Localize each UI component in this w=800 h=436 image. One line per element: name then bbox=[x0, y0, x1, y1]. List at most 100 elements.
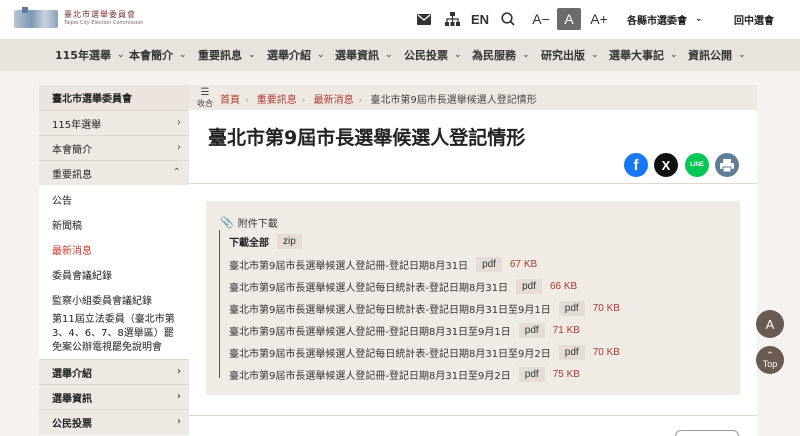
attachment-name: 臺北市第9屆市長選舉候選人登記每日統計表-登記日期8月31日至9月1日 bbox=[229, 305, 551, 316]
nav-item-2026-election[interactable]: 115年選舉 ⌄ bbox=[55, 39, 125, 71]
floating-font-button[interactable]: A bbox=[756, 310, 784, 338]
attachment-download-button[interactable]: pdf bbox=[558, 345, 585, 360]
nav-item-open-info[interactable]: 資訊公開 ⌄ bbox=[688, 39, 746, 71]
title-divider bbox=[189, 183, 757, 184]
chevron-down-icon: ⌄ bbox=[248, 50, 256, 60]
attachment-row: 臺北市第9屆市長選舉候選人登記每日統計表-登記日期8月31日至9月1日 pdf … bbox=[229, 301, 620, 316]
sidebar: 臺北市選舉委員會 115年選舉 › 本會簡介 › 重要訊息 ⌃ 公告 新聞稿 最… bbox=[39, 85, 189, 436]
attachment-row: 臺北市第9屆市長選舉候選人登記每日統計表-登記日期8月31日 pdf 66 KB bbox=[229, 279, 577, 294]
breadcrumb-current: 臺北市第9屆市長選舉候選人登記情形 bbox=[370, 95, 537, 106]
breadcrumb-separator: › bbox=[358, 96, 363, 106]
main-navigation: 115年選舉 ⌄ 本會簡介 ⌄ 重要訊息 ⌄ 選舉介紹 ⌄ 選舉資訊 ⌄ 公民投票 ⌄ 為民… bbox=[0, 39, 800, 71]
chevron-up-icon: ⌃ bbox=[172, 167, 181, 178]
logo-building-icon bbox=[14, 7, 58, 28]
attachment-download-button[interactable]: pdf bbox=[558, 301, 585, 316]
breadcrumb-home[interactable]: 首頁 bbox=[220, 95, 240, 106]
chevron-down-icon: ⌄ bbox=[522, 50, 530, 60]
back-to-top-button[interactable]: ⌃ Top bbox=[756, 346, 784, 374]
attachment-name: 臺北市第9屆市長選舉候選人登記冊-登記日期8月31日至9月2日 bbox=[229, 371, 511, 382]
search-icon[interactable] bbox=[498, 8, 518, 30]
printer-icon bbox=[720, 158, 734, 172]
sidebar-item-about[interactable]: 本會簡介 › bbox=[39, 135, 189, 160]
logo-text: 臺北市選舉委員會 bbox=[64, 10, 136, 19]
chevron-right-icon: › bbox=[176, 416, 181, 427]
chevron-down-icon: ⌄ bbox=[454, 50, 462, 60]
facebook-icon: f bbox=[633, 156, 639, 174]
attachment-download-button[interactable]: pdf bbox=[518, 323, 545, 338]
attachment-download-button[interactable]: pdf bbox=[518, 367, 545, 382]
nav-item-election-intro[interactable]: 選舉介紹 ⌄ bbox=[267, 39, 325, 71]
attachment-name: 臺北市第9屆市長選舉候選人登記每日統計表-登記日期8月31日 bbox=[229, 283, 509, 294]
nav-item-news[interactable]: 重要訊息 ⌄ bbox=[198, 39, 256, 71]
download-all-zip-button[interactable]: zip bbox=[277, 234, 302, 249]
share-x-button[interactable]: X bbox=[654, 153, 678, 177]
font-size-medium-button[interactable]: A bbox=[557, 8, 581, 30]
print-button[interactable] bbox=[715, 153, 739, 177]
breadcrumb-bar: ☰ 收合 首頁 › 重要訊息 › 最新消息 › 臺北市第9屆市長選舉候選人登記情形 bbox=[189, 85, 757, 110]
chevron-right-icon: › bbox=[177, 142, 181, 153]
attachment-size: 75 KB bbox=[552, 369, 580, 380]
line-icon: LINE bbox=[690, 162, 704, 168]
attachment-row: 臺北市第9屆市長選舉候選人登記每日統計表-登記日期8月31日至9月2日 pdf … bbox=[229, 345, 620, 360]
content-panel: ☰ 收合 首頁 › 重要訊息 › 最新消息 › 臺北市第9屆市長選舉候選人登記情形 臺… bbox=[189, 85, 757, 436]
chevron-right-icon: › bbox=[176, 391, 181, 402]
attachments-panel: 📎 附件下載 下載全部 zip 臺北市第9屆市長選舉候選人登記冊-登記日期8月3… bbox=[206, 201, 740, 395]
breadcrumb: 首頁 › 重要訊息 › 最新消息 › 臺北市第9屆市長選舉候選人登記情形 bbox=[220, 91, 537, 106]
mail-icon[interactable] bbox=[414, 8, 434, 30]
attachment-name: 臺北市第9屆市長選舉候選人登記冊-登記日期8月31日 bbox=[229, 261, 469, 272]
sidebar-subitem-latest-news[interactable]: 最新消息 bbox=[52, 242, 92, 257]
share-line-button[interactable]: LINE bbox=[685, 153, 709, 177]
county-commission-label: 各縣市選委會 bbox=[627, 15, 687, 27]
share-facebook-button[interactable]: f bbox=[624, 153, 648, 177]
chevron-right-icon: › bbox=[177, 117, 181, 128]
sidebar-item-news[interactable]: 重要訊息 ⌃ bbox=[39, 160, 189, 185]
attachment-name: 臺北市第9屆市長選舉候選人登記每日統計表-登記日期8月31日至9月2日 bbox=[229, 349, 551, 360]
sidebar-item-referendum[interactable]: 公民投票 › bbox=[39, 409, 189, 434]
back-to-cec-link[interactable]: 回中選會 bbox=[734, 8, 774, 30]
sidebar-subitem-announcements[interactable]: 公告 bbox=[52, 192, 72, 207]
sidebar-subitem-recall-tv[interactable]: 第11屆立法委員（臺北市第3、4、6、7、8選舉區）罷免案公辦電視罷免說明會 bbox=[52, 313, 182, 355]
logo-subtext: Taipei City Election Commission bbox=[64, 20, 144, 26]
font-size-large-button[interactable]: A+ bbox=[588, 8, 610, 30]
bottom-button[interactable] bbox=[675, 430, 739, 436]
sitemap-icon[interactable] bbox=[442, 8, 462, 30]
menu-collapse-icon: ☰ bbox=[200, 87, 210, 98]
attachment-download-button[interactable]: pdf bbox=[476, 257, 502, 272]
attachment-size: 70 KB bbox=[592, 347, 620, 358]
attachment-download-button[interactable]: pdf bbox=[516, 279, 542, 294]
nav-item-referendum[interactable]: 公民投票 ⌄ bbox=[404, 39, 462, 71]
attachment-size: 70 KB bbox=[592, 303, 620, 314]
paperclip-icon: 📎 bbox=[220, 216, 234, 229]
collapse-sidebar-button[interactable]: ☰ 收合 bbox=[195, 87, 215, 109]
sidebar-item-election-intro[interactable]: 選舉介紹 › bbox=[39, 359, 189, 384]
attachment-size: 71 KB bbox=[552, 325, 580, 336]
county-commission-dropdown[interactable]: 各縣市選委會 ⌄ bbox=[627, 8, 703, 30]
breadcrumb-separator: › bbox=[301, 96, 306, 106]
sidebar-submenu: 公告 新聞稿 最新消息 委員會議紀錄 監察小組委員會議紀錄 第11屆立法委員（臺… bbox=[39, 185, 189, 361]
language-en-button[interactable]: EN bbox=[469, 8, 491, 30]
attachments-heading: 📎 附件下載 bbox=[220, 216, 278, 230]
sidebar-item-election-info[interactable]: 選舉資訊 › bbox=[39, 384, 189, 409]
nav-item-research[interactable]: 研究出版 ⌄ bbox=[541, 39, 599, 71]
chevron-down-icon: ⌄ bbox=[670, 50, 678, 60]
chevron-down-icon: ⌄ bbox=[116, 50, 125, 60]
sidebar-head[interactable]: 臺北市選舉委員會 bbox=[39, 85, 189, 110]
nav-item-about[interactable]: 本會簡介 ⌄ bbox=[129, 39, 187, 71]
sidebar-subitem-meeting-minutes[interactable]: 委員會議紀錄 bbox=[52, 267, 112, 282]
nav-item-public-service[interactable]: 為民服務 ⌄ bbox=[472, 39, 530, 71]
attachment-size: 67 KB bbox=[509, 259, 538, 270]
nav-item-election-info[interactable]: 選舉資訊 ⌄ bbox=[335, 39, 393, 71]
page-title: 臺北市第9屆市長選舉候選人登記情形 bbox=[208, 127, 526, 149]
attachment-row: 臺北市第9屆市長選舉候選人登記冊-登記日期8月31日至9月2日 pdf 75 K… bbox=[229, 367, 580, 382]
collapse-label: 收合 bbox=[197, 99, 213, 108]
site-logo[interactable]: 臺北市選舉委員會 Taipei City Election Commission bbox=[14, 7, 144, 30]
top-header: 臺北市選舉委員會 Taipei City Election Commission… bbox=[0, 0, 800, 39]
sidebar-item-2026-election[interactable]: 115年選舉 › bbox=[39, 110, 189, 135]
font-size-small-button[interactable]: A− bbox=[530, 8, 552, 30]
nav-item-timeline[interactable]: 選舉大事記 ⌄ bbox=[609, 39, 678, 71]
sidebar-subitem-press[interactable]: 新聞稿 bbox=[52, 217, 82, 232]
x-icon: X bbox=[661, 157, 671, 173]
sidebar-subitem-supervisory-minutes[interactable]: 監察小組委員會議紀錄 bbox=[52, 292, 152, 307]
breadcrumb-latest[interactable]: 最新消息 bbox=[314, 95, 354, 106]
breadcrumb-news[interactable]: 重要訊息 bbox=[257, 95, 297, 106]
